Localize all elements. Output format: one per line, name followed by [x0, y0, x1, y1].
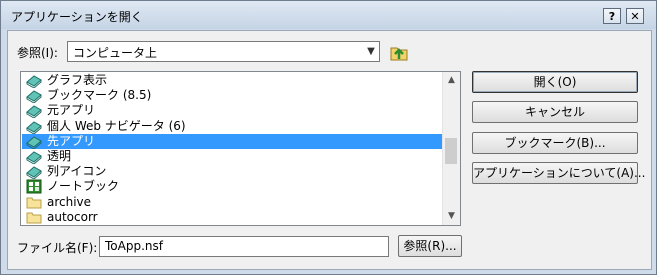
- chevron-down-icon[interactable]: ▼: [363, 42, 379, 61]
- list-item-label: autocorr: [47, 209, 98, 224]
- cancel-button[interactable]: キャンセル: [472, 101, 638, 123]
- list-item-label: ブックマーク (8.5): [47, 88, 152, 103]
- filename-input[interactable]: ToApp.nsf: [99, 236, 389, 257]
- list-item[interactable]: 列アイコン: [22, 164, 443, 180]
- book-icon: [26, 149, 42, 165]
- list-item[interactable]: archive: [22, 195, 443, 210]
- book-icon: [26, 134, 42, 150]
- list-item[interactable]: グラフ表示: [22, 73, 443, 89]
- folder-icon: [26, 210, 42, 225]
- folder-icon: [26, 195, 42, 210]
- about-application-button[interactable]: アプリケーションについて(A)...: [472, 162, 645, 184]
- open-button[interactable]: 開く(O): [472, 71, 638, 93]
- list-item-label: archive: [47, 194, 92, 209]
- up-folder-icon[interactable]: [388, 41, 410, 63]
- help-button[interactable]: ?: [603, 8, 621, 24]
- list-item[interactable]: autocorr: [22, 210, 443, 225]
- book-icon: [26, 88, 42, 104]
- list-item-label: 列アイコン: [47, 164, 107, 179]
- dialog-body: 参照(I): コンピュータ上 ▼ グラフ表示 ブックマーク (8.5) 元アプリ 個人…: [7, 30, 652, 270]
- list-item-label: 透明: [47, 149, 72, 163]
- book-icon: [26, 164, 42, 180]
- book-icon: [26, 119, 42, 135]
- book-icon: [26, 103, 42, 119]
- title-bar[interactable]: アプリケーションを開く ? ✕: [1, 1, 656, 29]
- list-item-label: 元アプリ: [47, 103, 96, 118]
- scroll-up-icon[interactable]: ▲: [443, 72, 460, 89]
- list-item[interactable]: 個人 Web ナビゲータ (6): [22, 118, 443, 135]
- vertical-scrollbar[interactable]: ▲ ▼: [442, 72, 460, 225]
- list-item[interactable]: ノートブック: [22, 179, 443, 194]
- filename-label: ファイル名(F):: [17, 241, 98, 255]
- close-button[interactable]: ✕: [626, 8, 644, 24]
- list-item[interactable]: 元アプリ: [22, 103, 443, 119]
- list-item-label: グラフ表示: [47, 73, 108, 87]
- application-list[interactable]: グラフ表示 ブックマーク (8.5) 元アプリ 個人 Web ナビゲータ (6) 先アプ…: [20, 71, 461, 226]
- list-item[interactable]: 透明: [22, 149, 443, 165]
- bookmark-button[interactable]: ブックマーク(B)...: [472, 132, 638, 154]
- browse-button[interactable]: 参照(R)...: [398, 235, 462, 257]
- notebook-icon: [26, 179, 42, 194]
- list-item[interactable]: 先アプリ: [22, 133, 443, 150]
- lookin-combo[interactable]: コンピュータ上 ▼: [67, 41, 380, 62]
- list-item[interactable]: ブックマーク (8.5): [22, 88, 443, 104]
- dialog-window: アプリケーションを開く ? ✕ 参照(I): コンピュータ上 ▼ グラフ表示 ブッ…: [0, 0, 657, 275]
- window-title: アプリケーションを開く: [11, 10, 143, 24]
- scroll-thumb[interactable]: [445, 138, 457, 164]
- lookin-value: コンピュータ上: [73, 46, 158, 60]
- list-item-label: 個人 Web ナビゲータ (6): [47, 118, 186, 133]
- list-item-label: ノートブック: [47, 179, 120, 194]
- filename-value: ToApp.nsf: [105, 239, 163, 253]
- lookin-label: 参照(I):: [17, 46, 58, 60]
- scroll-down-icon[interactable]: ▼: [443, 208, 460, 225]
- book-icon: [26, 73, 42, 89]
- list-item-label: 先アプリ: [47, 133, 96, 148]
